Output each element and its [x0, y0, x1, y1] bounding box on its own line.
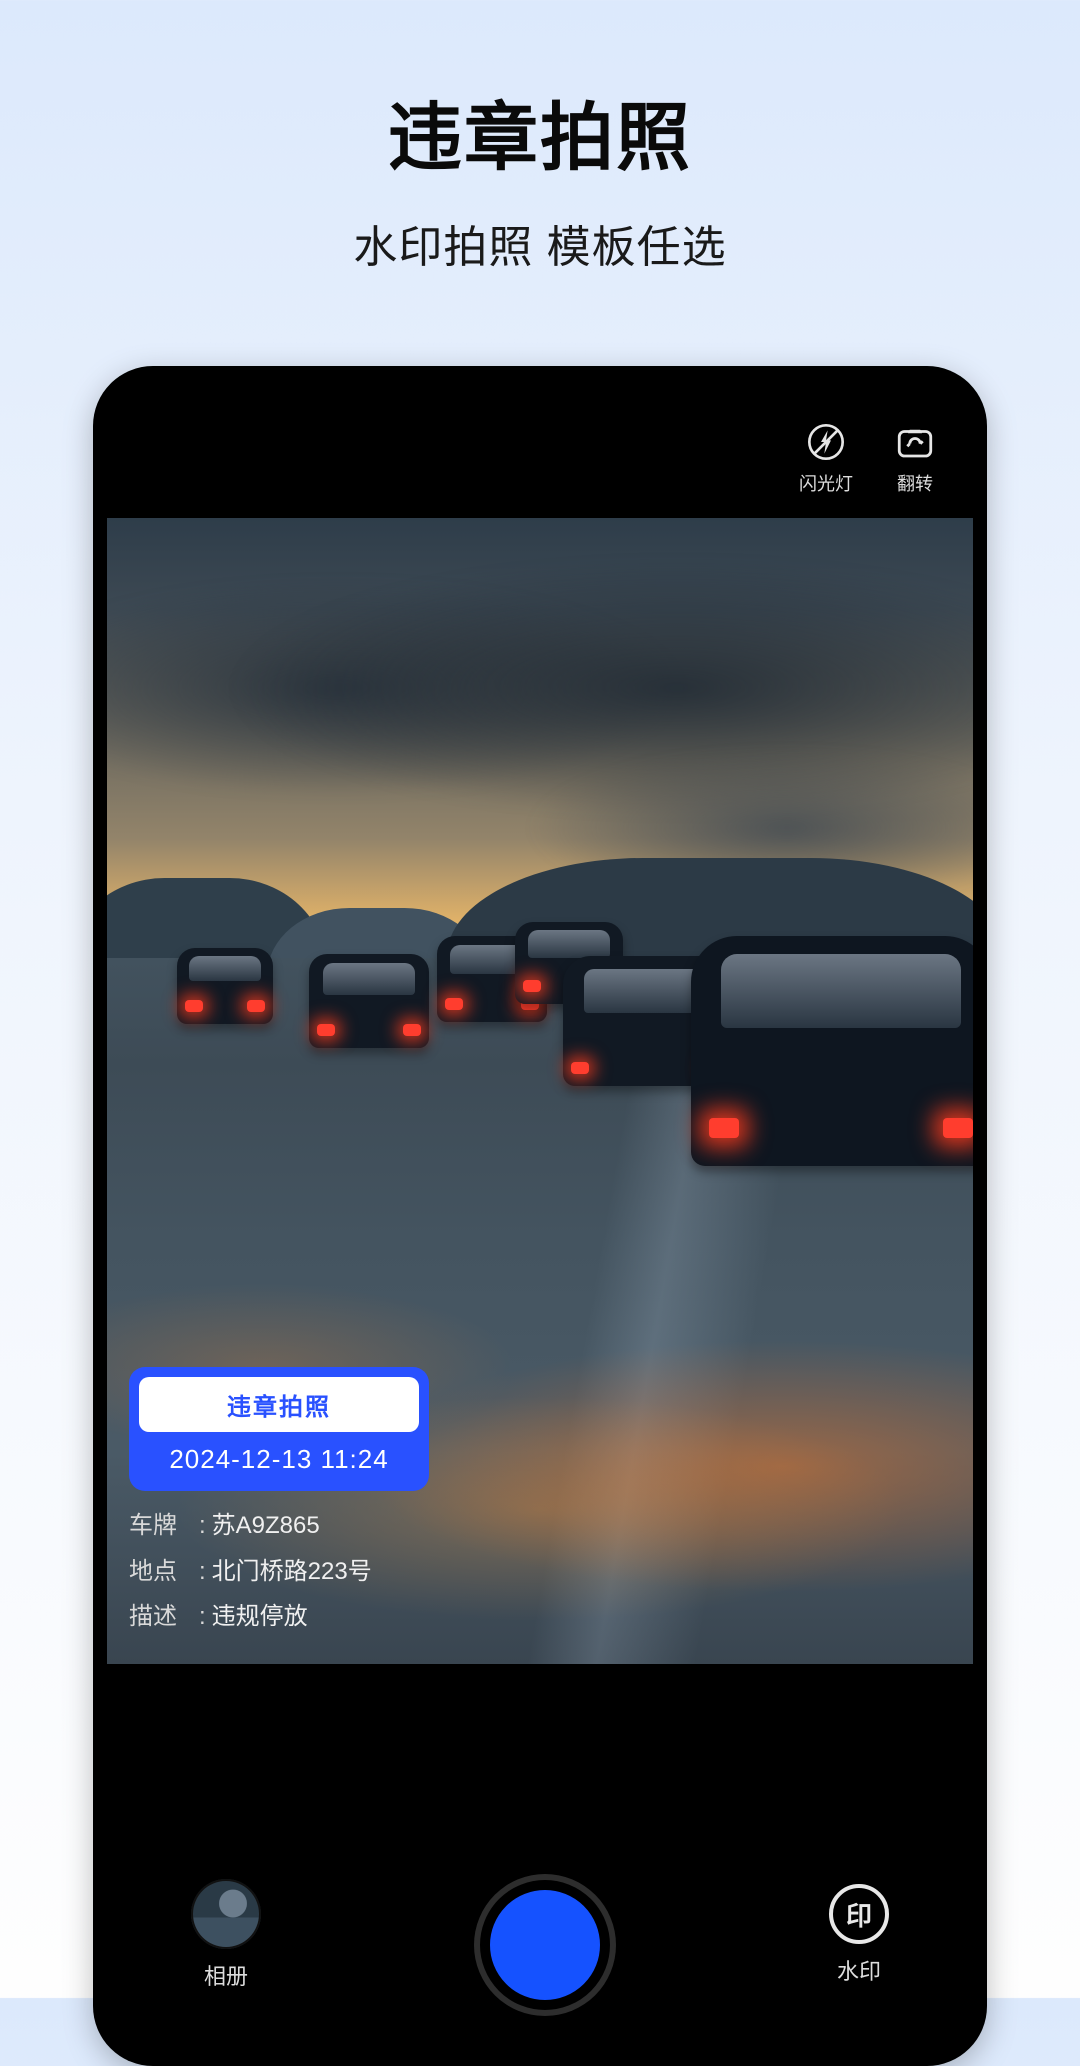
page-title: 违章拍照 — [0, 78, 1080, 185]
preview-car — [691, 936, 973, 1166]
flip-label: 翻转 — [897, 470, 933, 496]
phone-frame: 闪光灯 翻转 — [93, 366, 987, 2066]
desc-label: 描述 — [129, 1594, 193, 1640]
plate-value: 苏A9Z865 — [212, 1503, 320, 1549]
album-thumbnail-icon — [191, 1879, 261, 1949]
camera-bottombar: 相册 印 水印 — [107, 1842, 973, 2052]
watermark-desc-row: 描述: 违规停放 — [129, 1594, 429, 1640]
page-subtitle: 水印拍照 模板任选 — [0, 211, 1080, 275]
watermark-title: 违章拍照 — [139, 1377, 419, 1432]
watermark-label: 水印 — [837, 1954, 881, 1986]
preview-car — [309, 954, 429, 1048]
desc-value: 违规停放 — [212, 1594, 308, 1640]
watermark-location-row: 地点: 北门桥路223号 — [129, 1549, 429, 1595]
watermark-timestamp: 2024-12-13 11:24 — [139, 1432, 419, 1479]
flash-button[interactable]: 闪光灯 — [799, 420, 853, 496]
shutter-button[interactable] — [480, 1880, 610, 2010]
flash-off-icon — [804, 420, 848, 464]
flash-label: 闪光灯 — [799, 470, 853, 496]
camera-viewfinder[interactable]: 违章拍照 2024-12-13 11:24 车牌: 苏A9Z865 地点: 北门… — [107, 518, 973, 1664]
watermark-card: 违章拍照 2024-12-13 11:24 — [129, 1367, 429, 1491]
location-label: 地点 — [129, 1549, 193, 1595]
watermark-fields: 车牌: 苏A9Z865 地点: 北门桥路223号 描述: 违规停放 — [129, 1503, 429, 1640]
plate-label: 车牌 — [129, 1503, 193, 1549]
watermark-button[interactable]: 印 水印 — [829, 1884, 889, 1986]
watermark-overlay[interactable]: 违章拍照 2024-12-13 11:24 车牌: 苏A9Z865 地点: 北门… — [129, 1367, 429, 1640]
location-value: 北门桥路223号 — [212, 1549, 372, 1595]
camera-topbar: 闪光灯 翻转 — [799, 420, 937, 496]
preview-car — [177, 948, 273, 1024]
phone-screen: 闪光灯 翻转 — [107, 380, 973, 2052]
flip-camera-icon — [893, 420, 937, 464]
flip-camera-button[interactable]: 翻转 — [893, 420, 937, 496]
watermark-plate-row: 车牌: 苏A9Z865 — [129, 1503, 429, 1549]
album-label: 相册 — [204, 1959, 248, 1991]
stamp-icon: 印 — [829, 1884, 889, 1944]
album-button[interactable]: 相册 — [191, 1879, 261, 1991]
